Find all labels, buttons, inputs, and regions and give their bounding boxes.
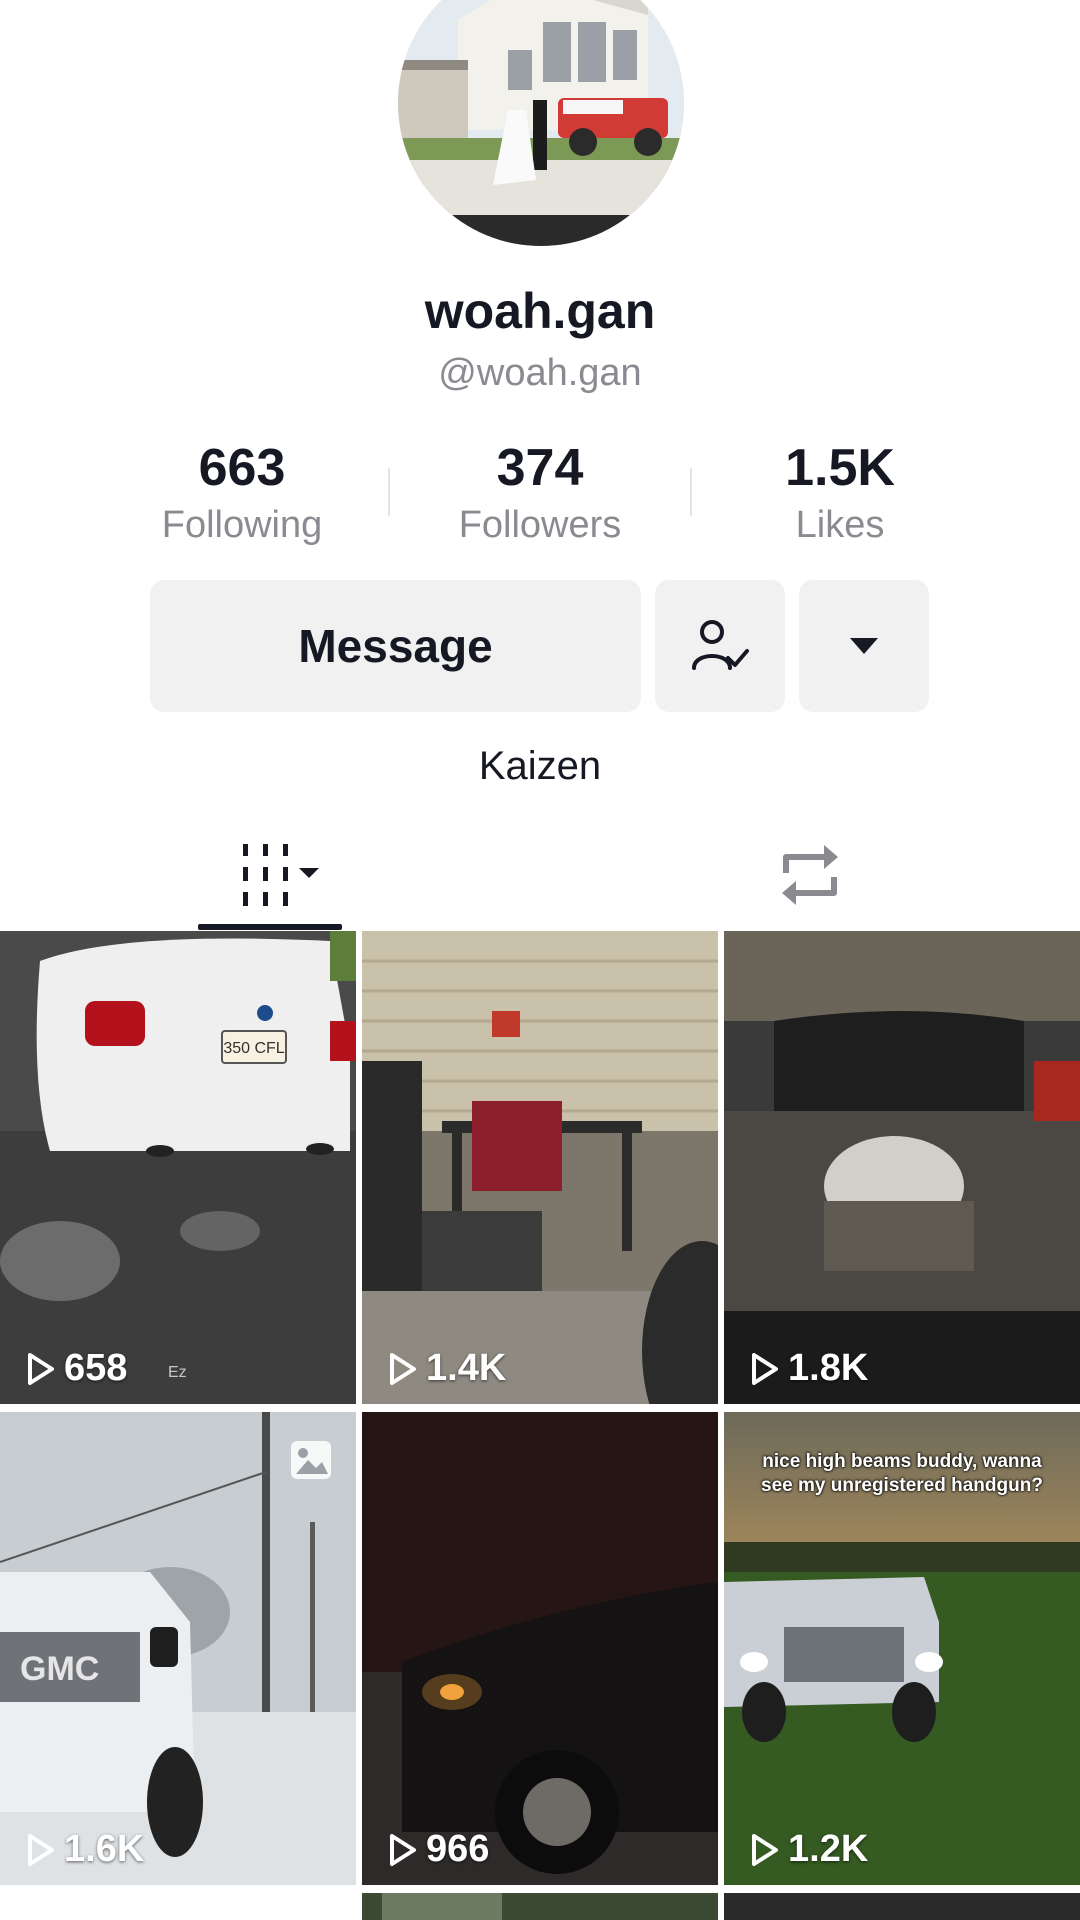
more-options-button[interactable]	[799, 580, 929, 712]
video-thumbnail[interactable]: 350 CFL 658 Ez	[0, 931, 356, 1404]
play-icon	[390, 1833, 416, 1866]
svg-text:GMC: GMC	[20, 1650, 99, 1688]
likes-count: 1.5K	[785, 439, 895, 497]
video-thumbnail[interactable]: GMC 1.6K	[0, 1412, 356, 1885]
svg-text:350 CFL: 350 CFL	[223, 1040, 284, 1057]
following-count: 663	[198, 439, 286, 497]
view-count: 966	[388, 1828, 489, 1871]
followers-label: Followers	[458, 504, 622, 546]
photo-icon	[291, 1441, 331, 1479]
view-count: 1.6K	[26, 1828, 144, 1871]
view-count: 658	[26, 1347, 127, 1390]
tab-reposts[interactable]	[740, 820, 880, 930]
videos-grid-icon	[243, 844, 319, 906]
user-check-icon	[692, 620, 749, 670]
profile-avatar[interactable]	[398, 0, 684, 246]
tab-videos[interactable]	[198, 820, 342, 930]
display-name: woah.gan	[424, 283, 656, 339]
stat-divider	[690, 468, 692, 516]
watermark-text: Ez	[168, 1364, 187, 1381]
view-count: 1.4K	[388, 1347, 506, 1390]
video-thumbnail[interactable]: 1.8K	[724, 931, 1080, 1404]
play-icon	[28, 1833, 54, 1866]
likes-label: Likes	[795, 504, 885, 546]
message-button[interactable]: Message	[150, 580, 641, 712]
video-thumbnail[interactable]: 1.4K	[362, 931, 718, 1404]
stat-divider	[388, 468, 390, 516]
video-thumbnail[interactable]	[362, 1893, 718, 1920]
stat-likes[interactable]: 1.5K Likes	[720, 438, 960, 550]
caret-down-icon	[850, 638, 878, 654]
video-thumbnail[interactable]	[724, 1893, 1080, 1920]
profile-page: woah.gan @woah.gan 663 Following 374 Fol…	[0, 0, 1080, 1920]
view-count: 1.2K	[750, 1828, 868, 1871]
active-tab-indicator	[198, 924, 342, 930]
stat-following[interactable]: 663 Following	[122, 438, 362, 550]
repost-icon	[782, 845, 838, 905]
following-status-button[interactable]	[655, 580, 785, 712]
play-icon	[28, 1352, 54, 1385]
profile-stats: 663 Following 374 Followers 1.5K Likes	[0, 438, 1080, 548]
followers-count: 374	[496, 439, 584, 497]
username-handle: @woah.gan	[438, 352, 642, 394]
video-caption: nice high beams buddy, wanna see my unre…	[761, 1451, 1043, 1496]
video-thumbnail[interactable]: nice high beams buddy, wanna see my unre…	[724, 1412, 1080, 1885]
following-label: Following	[161, 504, 323, 546]
profile-bio: Kaizen	[478, 744, 602, 788]
video-thumbnail[interactable]: 966	[362, 1412, 718, 1885]
stat-followers[interactable]: 374 Followers	[420, 438, 660, 550]
view-count: 1.8K	[750, 1347, 868, 1390]
play-icon	[390, 1352, 416, 1385]
play-icon	[752, 1352, 778, 1385]
play-icon	[752, 1833, 778, 1866]
